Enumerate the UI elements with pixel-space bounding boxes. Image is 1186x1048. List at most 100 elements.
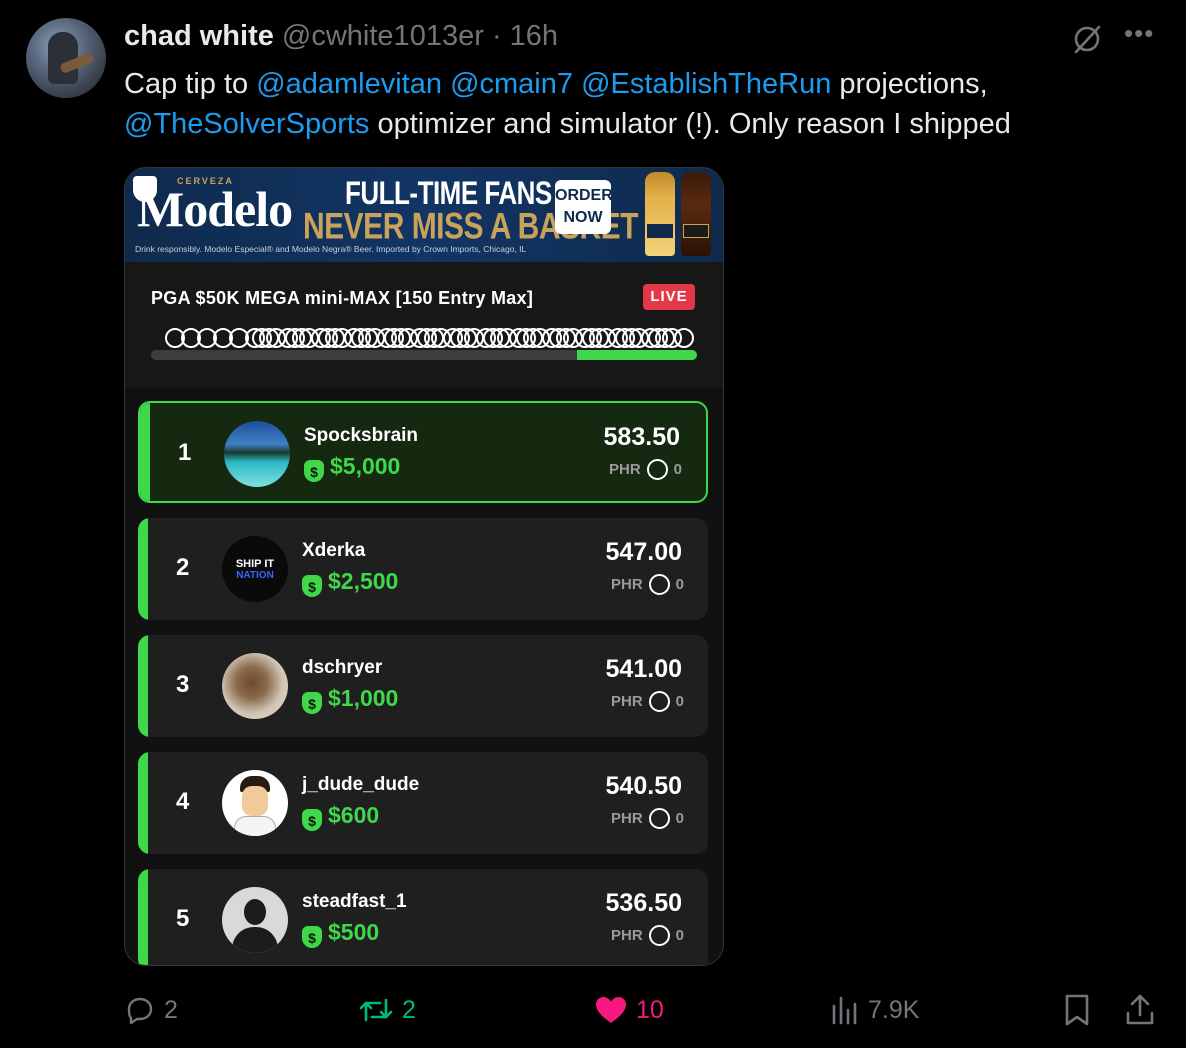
phr-value: 0 (673, 461, 682, 478)
row-phr: PHR 0 (611, 691, 684, 712)
tweet-actions: 2 2 10 7.9K (0, 985, 1186, 1035)
avatar-silhouette-head (244, 899, 266, 925)
repost-button[interactable]: 2 (358, 985, 416, 1035)
user-avatar[interactable] (224, 421, 290, 487)
screenshot-media[interactable]: CERVEZA Modelo FULL-TIME FANS NEVER MISS… (124, 167, 724, 966)
text-mid: projections, (831, 68, 988, 100)
grok-icon[interactable] (1070, 22, 1104, 56)
phr-label: PHR (610, 927, 643, 944)
mention-link[interactable]: @EstablishTheRun (581, 68, 831, 100)
like-button[interactable]: 10 (594, 985, 664, 1035)
user-avatar[interactable]: SHIP IT NATION (222, 536, 288, 602)
phr-value: 0 (675, 693, 684, 710)
ad-disclaimer: Drink responsibly. Modelo Especial® and … (135, 244, 527, 254)
default-avatar-icon[interactable] (222, 887, 288, 953)
reply-icon (127, 997, 153, 1025)
row-accent-bar (138, 752, 148, 854)
money-bag-icon: $ (304, 460, 324, 482)
row-accent-bar (138, 869, 148, 965)
heart-icon (596, 997, 626, 1023)
entry-rings (165, 328, 695, 352)
row-score: 540.50 (605, 772, 682, 800)
contest-header: PGA $50K MEGA mini-MAX [150 Entry Max] L… (125, 262, 723, 388)
user-avatar[interactable] (222, 653, 288, 719)
row-username[interactable]: Spocksbrain (304, 425, 418, 447)
row-prize: $ $500 (302, 919, 379, 948)
tweet-time[interactable]: 16h (510, 20, 558, 52)
mention-link[interactable]: @adamlevitan (256, 68, 442, 100)
share-icon (1126, 994, 1154, 1025)
row-prize-amount: $600 (328, 802, 380, 828)
money-bag-icon: $ (302, 692, 322, 714)
text-lead: Cap tip to (124, 68, 257, 100)
ad-order-now-button[interactable]: ORDER NOW (555, 180, 613, 234)
reply-button[interactable]: 2 (124, 985, 178, 1035)
leaderboard-row[interactable]: 4 j_dude_dude $ $600 540.50 PHR 0 (138, 752, 708, 854)
author-avatar[interactable] (26, 18, 106, 98)
row-prize: $ $600 (302, 802, 379, 831)
row-phr: PHR 0 (611, 574, 684, 595)
row-accent-bar (138, 518, 148, 620)
user-avatar[interactable] (222, 770, 288, 836)
row-prize-amount: $2,500 (328, 568, 399, 594)
author-handle[interactable]: @cwhite1013er (282, 20, 484, 52)
more-options-icon[interactable]: ••• (1124, 16, 1158, 50)
avatar-shirt (234, 816, 276, 836)
phr-label: PHR (610, 576, 643, 593)
row-score: 547.00 (605, 538, 682, 566)
repost-icon (359, 998, 393, 1022)
views-button[interactable]: 7.9K (830, 985, 919, 1035)
row-rank: 4 (176, 788, 190, 815)
row-prize: $ $5,000 (304, 453, 400, 482)
row-score: 541.00 (605, 655, 682, 683)
leaderboard-row[interactable]: 2 SHIP IT NATION Xderka $ $2,500 547.00 P… (138, 518, 708, 620)
bottle-label (647, 224, 673, 238)
reply-count: 2 (164, 995, 178, 1024)
entry-ring-icon (674, 328, 694, 348)
row-prize-amount: $5,000 (330, 453, 401, 479)
avatar-text: NATION (236, 570, 274, 581)
bookmark-button[interactable] (1062, 985, 1092, 1035)
row-username[interactable]: Xderka (302, 540, 365, 562)
row-phr: PHR 0 (609, 459, 682, 480)
modelo-ad-banner[interactable]: CERVEZA Modelo FULL-TIME FANS NEVER MISS… (125, 168, 723, 262)
views-icon (832, 996, 857, 1025)
row-rank: 1 (178, 439, 192, 466)
tweet-text: Cap tip to @adamlevitan @cmain7 @Establi… (124, 64, 1124, 144)
tweet-header: chad white @cwhite1013er · 16h (124, 20, 558, 53)
bookmark-icon (1065, 994, 1089, 1026)
mention-link[interactable]: @TheSolverSports (124, 108, 369, 140)
share-button[interactable] (1124, 985, 1156, 1035)
contest-progress-track (151, 350, 697, 360)
progress-ring-icon (646, 459, 668, 480)
phr-value: 0 (675, 927, 684, 944)
row-phr: PHR 0 (611, 925, 684, 946)
contest-title: PGA $50K MEGA mini-MAX [150 Entry Max] (151, 288, 534, 308)
leaderboard-row[interactable]: 3 dschryer $ $1,000 541.00 PHR 0 (138, 635, 708, 737)
ad-cta-line2: NOW (563, 209, 603, 226)
progress-ring-icon (648, 925, 670, 946)
money-bag-icon: $ (302, 575, 322, 597)
leaderboard-row[interactable]: 1 Spocksbrain $ $5,000 583.50 PHR 0 (138, 401, 708, 503)
bottle-label (683, 224, 709, 238)
row-prize: $ $2,500 (302, 568, 398, 597)
progress-ring-icon (648, 691, 670, 712)
row-rank: 3 (176, 671, 190, 698)
row-prize-amount: $1,000 (328, 685, 399, 711)
row-username[interactable]: steadfast_1 (302, 891, 407, 913)
phr-label: PHR (610, 810, 643, 827)
author-name[interactable]: chad white (124, 20, 274, 52)
contest-progress-fill (576, 350, 697, 360)
separator-dot: · (491, 20, 502, 52)
row-username[interactable]: j_dude_dude (302, 774, 419, 796)
text-tail: optimizer and simulator (!). Only reason… (369, 108, 1011, 140)
mention-link[interactable]: @cmain7 (450, 68, 573, 100)
row-score: 536.50 (605, 889, 682, 917)
live-badge: LIVE (643, 284, 695, 310)
ad-cta-line1: ORDER (555, 187, 613, 204)
phr-label: PHR (608, 461, 641, 478)
views-count: 7.9K (868, 995, 920, 1024)
leaderboard-row[interactable]: 5 steadfast_1 $ $500 536.50 PHR 0 (138, 869, 708, 965)
row-username[interactable]: dschryer (302, 657, 382, 679)
row-accent-bar (138, 635, 148, 737)
